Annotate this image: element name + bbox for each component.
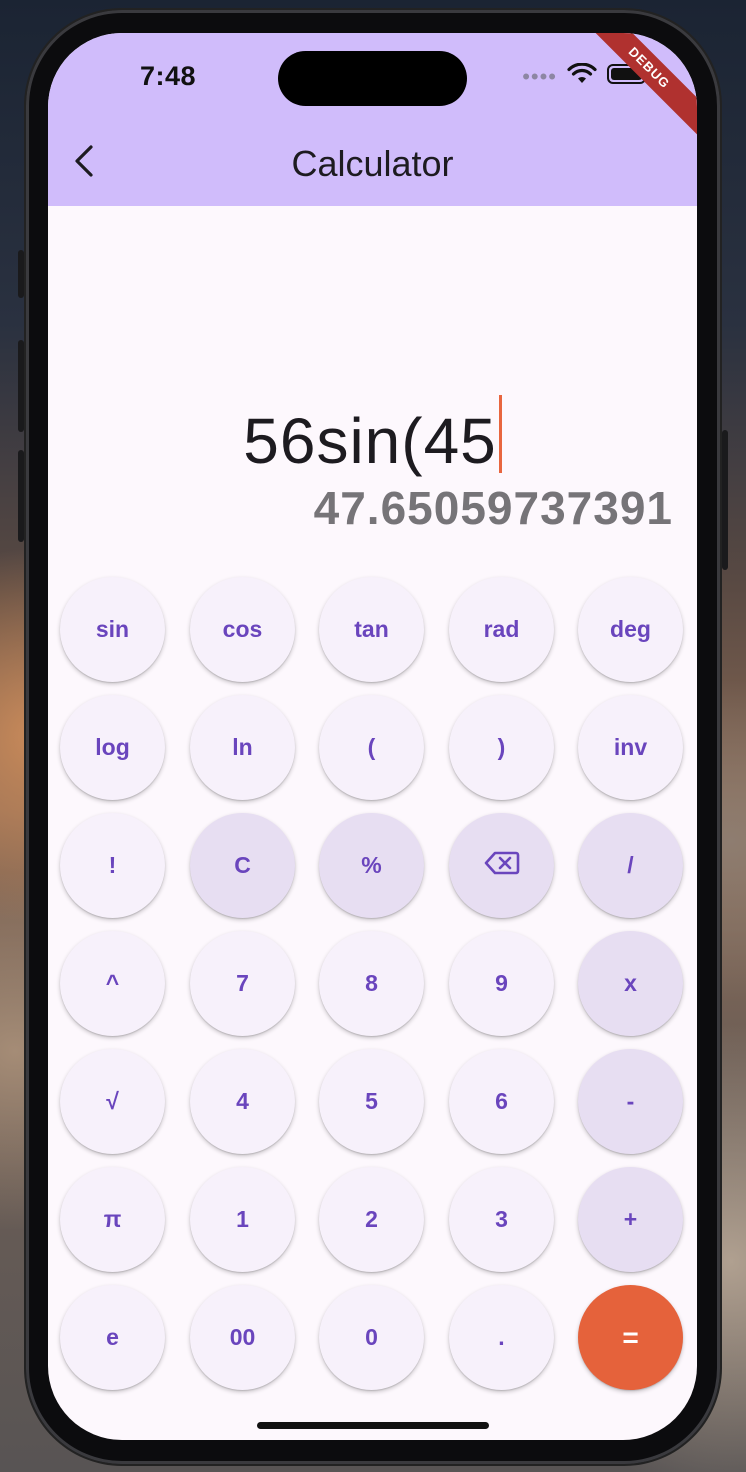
digit-9-key[interactable]: 9 <box>449 931 554 1036</box>
key-label: log <box>95 734 130 760</box>
key-label: 3 <box>495 1206 508 1232</box>
close-paren-key[interactable]: ) <box>449 695 554 800</box>
plus-key[interactable]: + <box>578 1167 683 1272</box>
ln-key[interactable]: ln <box>190 695 295 800</box>
digit-6-key[interactable]: 6 <box>449 1049 554 1154</box>
e-key[interactable]: e <box>60 1285 165 1390</box>
key-label: = <box>622 1321 639 1353</box>
log-key[interactable]: log <box>60 695 165 800</box>
sqrt-key[interactable]: √ <box>60 1049 165 1154</box>
power-button <box>722 430 728 570</box>
key-label: tan <box>354 616 389 642</box>
open-paren-key[interactable]: ( <box>319 695 424 800</box>
volume-down-button <box>18 450 24 542</box>
decimal-key[interactable]: . <box>449 1285 554 1390</box>
signal-icon: •••• <box>522 63 557 89</box>
expression-text: 56sin(45 <box>243 405 497 477</box>
key-label: ^ <box>105 970 120 996</box>
key-label: - <box>626 1088 635 1114</box>
key-label: 5 <box>365 1088 378 1114</box>
key-label: ( <box>367 734 376 760</box>
status-time: 7:48 <box>140 61 197 91</box>
digit-4-key[interactable]: 4 <box>190 1049 295 1154</box>
deg-key[interactable]: deg <box>578 577 683 682</box>
double-zero-key[interactable]: 00 <box>190 1285 295 1390</box>
digit-3-key[interactable]: 3 <box>449 1167 554 1272</box>
key-label: cos <box>222 616 263 642</box>
expression-display[interactable]: 56sin(45 <box>48 395 697 478</box>
key-label: % <box>361 852 382 878</box>
result-display: 47.65059737391 <box>313 482 673 534</box>
power-key[interactable]: ^ <box>60 931 165 1036</box>
key-label: 9 <box>495 970 508 996</box>
key-label: e <box>106 1324 119 1350</box>
key-label: x <box>624 970 637 996</box>
digit-0-key[interactable]: 0 <box>319 1285 424 1390</box>
multiply-key[interactable]: x <box>578 931 683 1036</box>
text-caret <box>498 395 502 473</box>
key-label: 6 <box>495 1088 508 1114</box>
key-label: √ <box>106 1088 119 1114</box>
mute-switch <box>18 250 24 298</box>
rad-key[interactable]: rad <box>449 577 554 682</box>
clear-key[interactable]: C <box>190 813 295 918</box>
key-label: C <box>234 852 251 878</box>
key-label: 00 <box>229 1324 256 1350</box>
cos-key[interactable]: cos <box>190 577 295 682</box>
key-label: 1 <box>236 1206 249 1232</box>
key-label: 0 <box>365 1324 378 1350</box>
equals-key[interactable]: = <box>578 1285 683 1390</box>
minus-key[interactable]: - <box>578 1049 683 1154</box>
key-label: . <box>498 1324 505 1350</box>
sin-key[interactable]: sin <box>60 577 165 682</box>
backspace-key[interactable] <box>449 813 554 918</box>
key-label: ! <box>108 852 117 878</box>
volume-up-button <box>18 340 24 432</box>
percent-key[interactable]: % <box>319 813 424 918</box>
tan-key[interactable]: tan <box>319 577 424 682</box>
key-label: sin <box>95 616 130 642</box>
digit-5-key[interactable]: 5 <box>319 1049 424 1154</box>
dynamic-island <box>278 51 467 106</box>
factorial-key[interactable]: ! <box>60 813 165 918</box>
key-label: ) <box>497 734 506 760</box>
key-label: ln <box>232 734 253 760</box>
key-label: 4 <box>236 1088 249 1114</box>
key-label: deg <box>610 616 651 642</box>
wifi-icon <box>567 62 597 90</box>
pi-key[interactable]: π <box>60 1167 165 1272</box>
key-label: 7 <box>236 970 249 996</box>
digit-2-key[interactable]: 2 <box>319 1167 424 1272</box>
digit-8-key[interactable]: 8 <box>319 931 424 1036</box>
key-label: 2 <box>365 1206 378 1232</box>
page-title: Calculator <box>291 143 454 184</box>
key-label: 8 <box>365 970 378 996</box>
keypad: sin cos tan rad deg log ln () inv! C% / ^ 7 8 9 x √ 4 5 6 - π… <box>60 577 687 1397</box>
app-screen: 7:48 •••• DEBUG Calculator 56sin(45 47.6… <box>48 33 697 1440</box>
digit-7-key[interactable]: 7 <box>190 931 295 1036</box>
home-indicator[interactable] <box>257 1422 489 1429</box>
key-label: π <box>103 1206 122 1232</box>
inv-key[interactable]: inv <box>578 695 683 800</box>
backspace-icon <box>484 850 520 882</box>
app-bar: 7:48 •••• DEBUG Calculator <box>48 33 697 206</box>
key-label: + <box>623 1206 638 1232</box>
key-label: / <box>627 852 634 878</box>
key-label: rad <box>483 616 520 642</box>
key-label: inv <box>613 734 648 760</box>
digit-1-key[interactable]: 1 <box>190 1167 295 1272</box>
divide-key[interactable]: / <box>578 813 683 918</box>
